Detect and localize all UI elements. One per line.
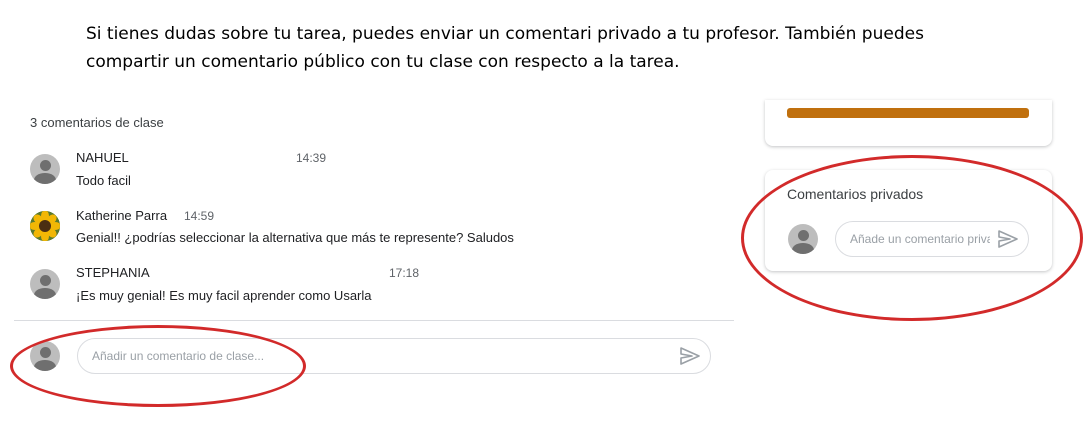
comment-text: Genial!! ¿podrías seleccionar la alterna… (76, 230, 514, 245)
comment-author: STEPHANIA (76, 265, 150, 280)
send-icon[interactable] (998, 230, 1018, 248)
assignment-card (765, 100, 1052, 146)
avatar (30, 211, 60, 241)
comment-time: 17:18 (389, 266, 420, 280)
comment-text: Todo facil (76, 173, 131, 188)
accent-bar (787, 108, 1029, 118)
private-comment-placeholder: Añade un comentario privado... (850, 232, 990, 246)
private-comments-card: Comentarios privados Añade un comentario… (765, 170, 1052, 271)
class-comments-count: 3 comentarios de clase (30, 115, 164, 130)
class-comment-placeholder: Añadir un comentario de clase... (92, 349, 265, 363)
current-user-avatar (788, 224, 818, 254)
comment-author: NAHUEL (76, 150, 129, 165)
private-comment-input[interactable]: Añade un comentario privado... (835, 221, 1029, 257)
instruction-line-1: Si tienes dudas sobre tu tarea, puedes e… (86, 24, 924, 44)
comment-author: Katherine Parra (76, 208, 168, 223)
avatar (30, 269, 60, 299)
comment-text: ¡Es muy genial! Es muy facil aprender co… (76, 288, 372, 303)
avatar (30, 154, 60, 184)
private-comments-title: Comentarios privados (787, 186, 924, 202)
instruction-line-2: compartir un comentario público con tu c… (86, 52, 680, 72)
class-comment-input[interactable]: Añadir un comentario de clase... (77, 338, 711, 374)
comment-time: 14:59 (184, 209, 215, 223)
instruction-text: Si tienes dudas sobre tu tarea, puedes e… (86, 20, 986, 76)
current-user-avatar (30, 341, 60, 371)
comment-time: 14:39 (296, 151, 327, 165)
sunflower-icon (30, 211, 60, 241)
divider (14, 320, 734, 321)
send-icon[interactable] (680, 347, 700, 365)
